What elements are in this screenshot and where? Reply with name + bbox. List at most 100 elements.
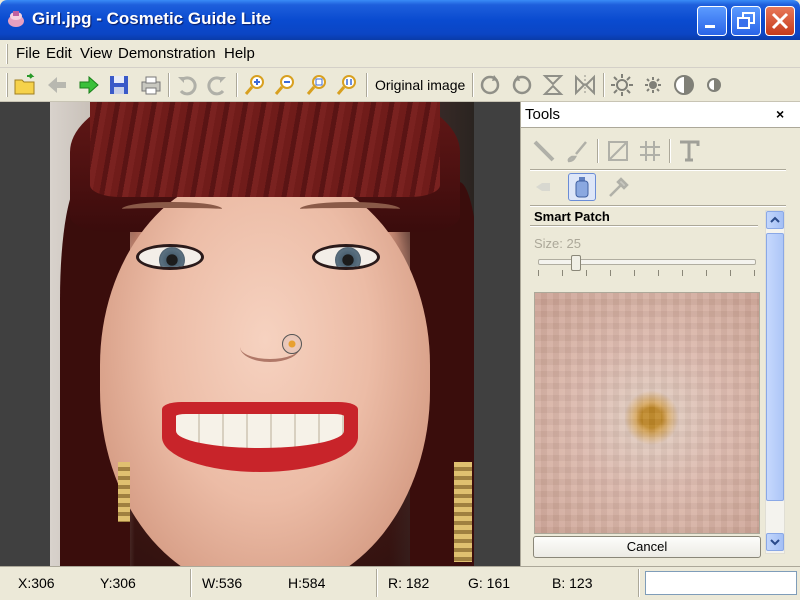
open-button[interactable] [12,72,38,98]
chevron-up-icon [770,216,780,223]
back-button[interactable] [44,72,70,98]
maximize-button[interactable] [731,6,761,36]
zoom-fit-button[interactable] [304,72,330,98]
title-bar[interactable]: Girl.jpg - Cosmetic Guide Lite [0,0,800,40]
back-icon [48,77,66,93]
toolbar-grip[interactable] [6,73,8,97]
status-red: R: 182 [388,575,430,591]
eyebrow-right [300,202,400,216]
line-tool-icon [533,140,555,162]
tools-close-button[interactable]: × [776,106,784,122]
status-separator [190,569,192,597]
zoom-actual-icon [336,75,356,95]
close-button[interactable] [765,6,795,36]
status-green: G: 161 [468,575,511,591]
rotate-cw-button[interactable] [477,72,503,98]
tool-row-divider [530,205,786,207]
eraser-tool-button[interactable] [530,173,558,201]
rotate-ccw-button[interactable] [509,72,535,98]
menu-file[interactable]: File [16,45,40,62]
toolbar-separator [236,73,238,97]
smart-patch-tool-button[interactable] [568,173,596,201]
status-width: W:536 [202,575,243,591]
menu-demonstration[interactable]: Demonstration [118,45,216,62]
chevron-down-icon [770,539,780,546]
eyebrow-left [122,202,222,216]
print-icon [141,76,161,95]
redo-icon [207,76,226,96]
menu-bar: File Edit View Demonstration Help [0,40,800,68]
zoom-fit-icon [306,75,326,95]
zoom-in-button[interactable] [242,72,268,98]
redo-button[interactable] [204,72,230,98]
flip-horizontal-icon [575,74,595,96]
earring-right [454,462,472,562]
save-button[interactable] [106,72,132,98]
tool-separator [669,139,671,163]
toolbar-separator [472,73,474,97]
pipette-tool-button[interactable] [605,173,633,201]
hair-bangs [90,102,440,197]
status-height: H:584 [288,575,326,591]
brush-tool-button[interactable] [564,137,592,165]
brightness-up-button[interactable] [609,72,635,98]
minimize-button[interactable] [697,6,727,36]
close-icon [771,12,789,30]
flip-vertical-icon [542,75,564,95]
line-tool-button[interactable] [530,137,558,165]
original-image-button[interactable]: Original image [375,77,465,93]
grid-tool-icon [640,141,660,161]
toolbar: Original image [0,68,800,102]
size-slider-thumb[interactable] [571,255,581,271]
brightness-down-icon [645,77,661,93]
forward-button[interactable] [76,72,102,98]
contrast-down-button[interactable] [701,72,727,98]
tool-row-divider [530,169,786,171]
status-y: Y:306 [100,575,136,591]
grid-tool-button[interactable] [636,137,664,165]
zoom-preview-pixels [535,293,759,533]
size-label: Size: 25 [534,236,581,251]
zoom-out-button[interactable] [272,72,298,98]
eye-right [312,244,380,270]
face [100,172,430,566]
zoom-actual-button[interactable] [334,72,360,98]
undo-button[interactable] [174,72,200,98]
eraser-tool-icon [536,183,550,191]
flip-vertical-button[interactable] [540,72,566,98]
menu-grip[interactable] [6,44,8,64]
print-button[interactable] [138,72,164,98]
tools-scrollbar[interactable] [765,210,785,554]
menu-view[interactable]: View [80,45,112,62]
scroll-thumb[interactable] [766,233,784,501]
save-icon [110,76,128,94]
toolbar-separator [168,73,170,97]
image-canvas[interactable] [0,102,520,566]
flip-horizontal-button[interactable] [572,72,598,98]
rotate-cw-icon [480,75,500,95]
undo-icon [178,76,197,96]
text-tool-icon [680,140,700,162]
menu-edit[interactable]: Edit [46,45,72,62]
scroll-up-button[interactable] [766,211,784,229]
restore-icon [737,12,755,29]
brush-cursor [282,334,302,354]
status-x: X:306 [18,575,55,591]
zoom-out-icon [274,75,294,95]
window-title: Girl.jpg - Cosmetic Guide Lite [32,9,271,28]
cancel-button[interactable]: Cancel [533,536,761,558]
crop-tool-icon [608,141,628,161]
crop-tool-button[interactable] [604,137,632,165]
status-separator [376,569,378,597]
brush-tool-icon [567,141,587,163]
tools-title: Tools [525,106,561,123]
toolbar-separator [366,73,368,97]
zoom-preview [534,292,760,534]
scroll-down-button[interactable] [766,533,784,551]
contrast-up-button[interactable] [671,72,697,98]
brightness-down-button[interactable] [640,72,666,98]
menu-help[interactable]: Help [224,45,255,62]
brightness-up-icon [611,74,633,96]
text-tool-button[interactable] [675,137,703,165]
photo[interactable] [50,102,474,566]
